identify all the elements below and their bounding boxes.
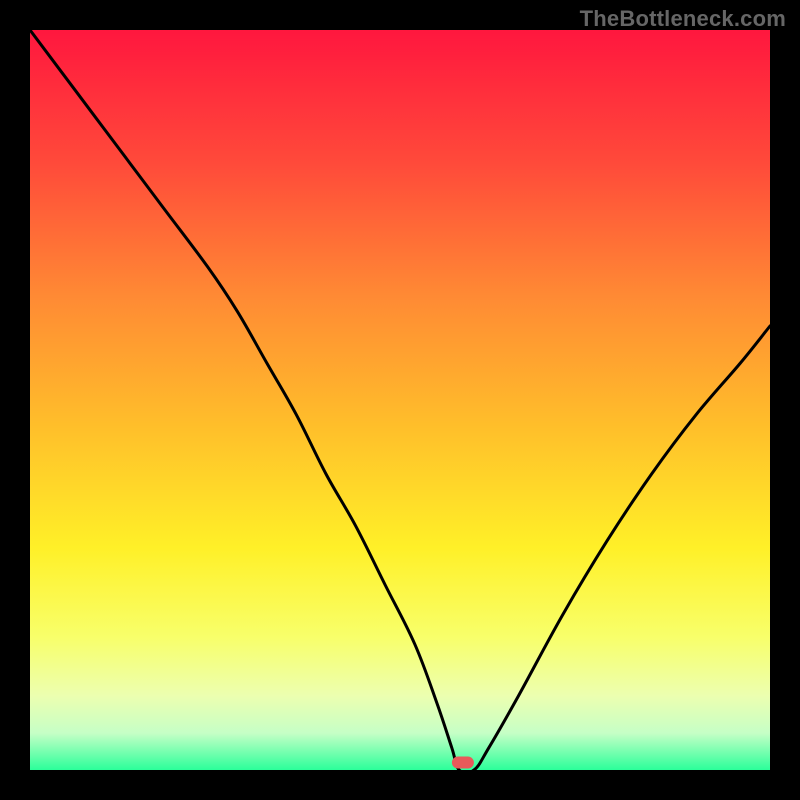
chart-frame: TheBottleneck.com: [0, 0, 800, 800]
gradient-background: [30, 30, 770, 770]
watermark-text: TheBottleneck.com: [580, 6, 786, 32]
optimal-marker: [452, 757, 474, 769]
chart-svg: [30, 30, 770, 770]
plot-area: [30, 30, 770, 770]
